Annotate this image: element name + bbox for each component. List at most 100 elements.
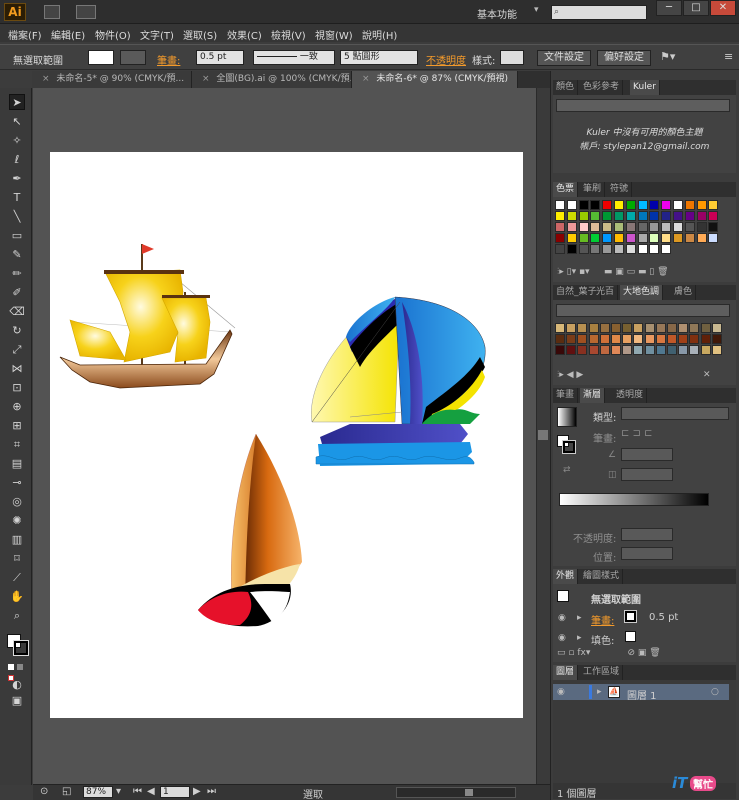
color-swatch[interactable] xyxy=(684,200,695,210)
earth-swatch[interactable] xyxy=(644,334,655,344)
tab-gradient[interactable]: 漸層 xyxy=(580,388,606,403)
color-swatch[interactable] xyxy=(684,233,695,243)
graphic-style-swatch[interactable] xyxy=(500,50,524,65)
tab-graphic-styles[interactable]: 繪圖樣式 xyxy=(580,569,624,584)
stroke-label[interactable]: 筆畫: xyxy=(157,52,180,67)
swatches-panel[interactable]: ⫶▸ ▯▾ ▪▾ ▬ ▣ ▭ ▬ ▯ 🗑 xyxy=(553,197,736,282)
workspace-switcher[interactable]: 基本功能 xyxy=(477,6,517,21)
zoom-tool-icon[interactable]: ⌕ xyxy=(9,608,25,624)
swatch-options-icon[interactable]: ✕ xyxy=(703,370,711,380)
color-swatch[interactable] xyxy=(625,244,636,254)
menu-window[interactable]: 視窗(W) xyxy=(315,27,353,42)
free-transform-tool-icon[interactable]: ⊡ xyxy=(9,380,25,396)
color-swatch[interactable] xyxy=(708,200,719,210)
menu-type[interactable]: 文字(T) xyxy=(140,27,174,42)
earth-swatch[interactable] xyxy=(622,334,633,344)
layer-eye-icon[interactable]: ◉ xyxy=(557,687,565,697)
earth-swatch[interactable] xyxy=(700,345,711,355)
gradient-stroke-icon[interactable] xyxy=(562,440,576,454)
layer-row[interactable]: ◉ ▸ ⛵ 圖層 1 ○ xyxy=(553,684,729,702)
color-swatch[interactable] xyxy=(590,244,601,254)
earth-swatch[interactable] xyxy=(633,323,644,333)
tab-fullimage[interactable]: × 全圖(BG).ai @ 100% (CMYK/預... xyxy=(192,71,352,88)
earth-swatch[interactable] xyxy=(599,323,610,333)
color-swatch[interactable] xyxy=(696,200,707,210)
earth-tones-panel[interactable]: ⫶▸ ◀ ▶ ✕ xyxy=(553,300,736,385)
earth-swatch[interactable] xyxy=(622,345,633,355)
color-swatch[interactable] xyxy=(637,233,648,243)
horizontal-scrollbar[interactable] xyxy=(396,787,516,798)
help-search-input[interactable]: ⌕ xyxy=(551,5,647,20)
color-swatch[interactable] xyxy=(649,233,660,243)
earth-swatch[interactable] xyxy=(633,345,644,355)
color-swatch[interactable] xyxy=(578,200,589,210)
pencil-tool-icon[interactable]: ✏ xyxy=(9,266,25,282)
magic-wand-tool-icon[interactable]: ✧ xyxy=(9,133,25,149)
layer-target-icon[interactable]: ○ xyxy=(711,687,719,697)
color-swatch[interactable] xyxy=(684,211,695,221)
close-window-button[interactable]: ✕ xyxy=(710,0,736,16)
tab-earth-tones[interactable]: 大地色調 xyxy=(620,285,664,300)
color-swatch[interactable] xyxy=(602,200,613,210)
draw-mode-icon[interactable]: ◐ xyxy=(9,677,25,693)
color-swatch[interactable] xyxy=(590,233,601,243)
color-swatch[interactable] xyxy=(590,200,601,210)
tab-untitled-5[interactable]: × 未命名-5* @ 90% (CMYK/預... xyxy=(32,71,192,88)
tab-brushes[interactable]: 筆刷 xyxy=(580,182,606,197)
visibility-eye-icon[interactable]: ◉ xyxy=(558,613,566,623)
earth-swatch[interactable] xyxy=(711,345,722,355)
earth-swatch[interactable] xyxy=(667,334,677,344)
earth-swatch[interactable] xyxy=(566,323,577,333)
earth-swatch[interactable] xyxy=(633,334,644,344)
color-swatch[interactable] xyxy=(637,222,648,232)
menu-file[interactable]: 檔案(F) xyxy=(8,27,42,42)
color-swatch[interactable] xyxy=(661,244,672,254)
color-swatch[interactable] xyxy=(708,222,719,232)
color-swatch[interactable] xyxy=(602,222,613,232)
line-tool-icon[interactable]: ╲ xyxy=(9,209,25,225)
shape-builder-tool-icon[interactable]: ⊕ xyxy=(9,399,25,415)
earth-swatch[interactable] xyxy=(667,345,677,355)
color-swatch[interactable] xyxy=(637,200,648,210)
visibility-eye-icon[interactable]: ◉ xyxy=(558,633,566,643)
earth-swatch[interactable] xyxy=(611,345,621,355)
color-swatch[interactable] xyxy=(555,233,565,243)
color-swatch[interactable] xyxy=(661,233,672,243)
arrange-icon[interactable]: ⚑▾ xyxy=(660,50,675,63)
chevron-down-icon[interactable]: ▾ xyxy=(534,5,539,15)
mesh-tool-icon[interactable]: ⌗ xyxy=(9,437,25,453)
artboard-number-field[interactable]: 1 xyxy=(160,786,190,798)
color-swatch[interactable] xyxy=(614,222,624,232)
color-swatch[interactable] xyxy=(637,244,648,254)
tab-close-icon[interactable]: × xyxy=(362,74,370,84)
direct-selection-tool-icon[interactable]: ↖ xyxy=(9,114,25,130)
tab-symbols[interactable]: 符號 xyxy=(607,182,633,197)
layer-name[interactable]: 圖層 1 xyxy=(627,687,657,702)
gradient-aspect-field[interactable] xyxy=(621,468,673,481)
color-swatch[interactable] xyxy=(649,222,660,232)
color-swatch[interactable] xyxy=(637,211,648,221)
gradient-tool-icon[interactable]: ▤ xyxy=(9,456,25,472)
color-swatch[interactable] xyxy=(602,244,613,254)
kuler-search-input[interactable] xyxy=(556,99,730,112)
color-swatch[interactable] xyxy=(708,211,719,221)
previous-artboard-icon[interactable]: ◀ xyxy=(147,786,155,797)
color-swatch[interactable] xyxy=(661,200,672,210)
color-modes-icon[interactable] xyxy=(8,662,30,681)
maximize-button[interactable]: □ xyxy=(683,0,709,16)
layer-expand-icon[interactable]: ▸ xyxy=(597,687,602,697)
color-swatch[interactable] xyxy=(696,233,707,243)
swatches-footer-icons[interactable]: ⫶▸ ▯▾ ▪▾ ▬ ▣ ▭ ▬ ▯ 🗑 xyxy=(557,267,669,277)
earth-swatch[interactable] xyxy=(599,345,610,355)
earth-swatch[interactable] xyxy=(588,334,599,344)
appearance-stroke-swatch[interactable] xyxy=(624,610,637,623)
menu-help[interactable]: 說明(H) xyxy=(362,27,397,42)
color-swatch[interactable] xyxy=(673,233,683,243)
color-swatch[interactable] xyxy=(614,211,624,221)
earth-swatch[interactable] xyxy=(622,323,633,333)
tab-kuler[interactable]: Kuler xyxy=(630,80,660,95)
color-swatch[interactable] xyxy=(555,200,565,210)
earth-swatch[interactable] xyxy=(711,334,722,344)
earth-swatch[interactable] xyxy=(599,334,610,344)
artboard[interactable] xyxy=(50,152,523,718)
